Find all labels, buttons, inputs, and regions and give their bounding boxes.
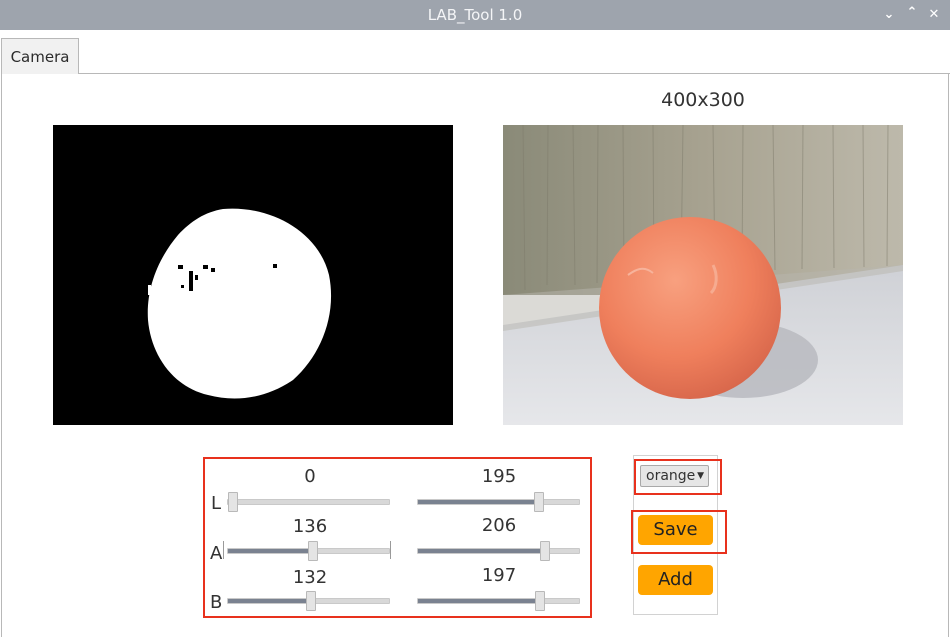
l-min-slider-handle[interactable]: [228, 492, 238, 512]
b-min-slider-handle[interactable]: [306, 591, 316, 611]
l-max-slider-handle[interactable]: [534, 492, 544, 512]
b-min-value: 132: [292, 567, 328, 588]
caret-down-icon: ▼: [697, 471, 704, 481]
chevron-up-icon[interactable]: ⌃: [903, 3, 921, 23]
slider-fill: [228, 599, 311, 603]
slider-tick: [223, 541, 224, 559]
a-max-value: 206: [481, 515, 517, 536]
add-button[interactable]: Add: [638, 565, 713, 595]
b-max-value: 197: [481, 565, 517, 586]
a-axis-label: A: [210, 543, 223, 564]
l-axis-label: L: [211, 493, 222, 514]
title-bar: LAB_Tool 1.0 ⌄ ⌃ ✕: [0, 0, 950, 30]
a-max-slider-handle[interactable]: [540, 541, 550, 561]
l-min-slider[interactable]: [227, 492, 390, 512]
b-max-slider[interactable]: [417, 591, 580, 611]
slider-fill: [418, 599, 540, 603]
tab-bar: Camera: [0, 30, 950, 74]
l-max-value: 195: [481, 466, 517, 487]
slider-tick: [390, 541, 391, 559]
color-select-value: orange: [646, 468, 696, 484]
color-select[interactable]: orange ▼: [640, 465, 709, 487]
slider-fill: [228, 549, 313, 553]
camera-preview-image: [503, 125, 903, 425]
window-title: LAB_Tool 1.0: [427, 6, 523, 24]
a-min-value: 136: [292, 516, 328, 537]
a-min-slider-handle[interactable]: [308, 541, 318, 561]
a-max-slider[interactable]: [417, 541, 580, 561]
b-min-slider[interactable]: [227, 591, 390, 611]
b-max-slider-handle[interactable]: [535, 591, 545, 611]
tab-divider: [79, 73, 950, 74]
chevron-down-icon[interactable]: ⌄: [880, 5, 898, 25]
l-max-slider[interactable]: [417, 492, 580, 512]
mask-blob: [147, 208, 332, 399]
camera-scene: [503, 125, 903, 425]
b-axis-label: B: [210, 592, 223, 613]
lab-threshold-sliders: 0 195 L 136 206 A 132 197 B: [203, 457, 592, 618]
slider-fill: [418, 500, 539, 504]
tab-camera[interactable]: Camera: [1, 38, 79, 74]
save-button[interactable]: Save: [638, 515, 713, 545]
slider-fill: [418, 549, 545, 553]
close-icon[interactable]: ✕: [925, 5, 943, 25]
resolution-label: 400x300: [661, 89, 745, 111]
a-min-slider[interactable]: [227, 541, 390, 561]
l-min-value: 0: [304, 466, 316, 487]
threshold-mask-image: [53, 125, 453, 425]
